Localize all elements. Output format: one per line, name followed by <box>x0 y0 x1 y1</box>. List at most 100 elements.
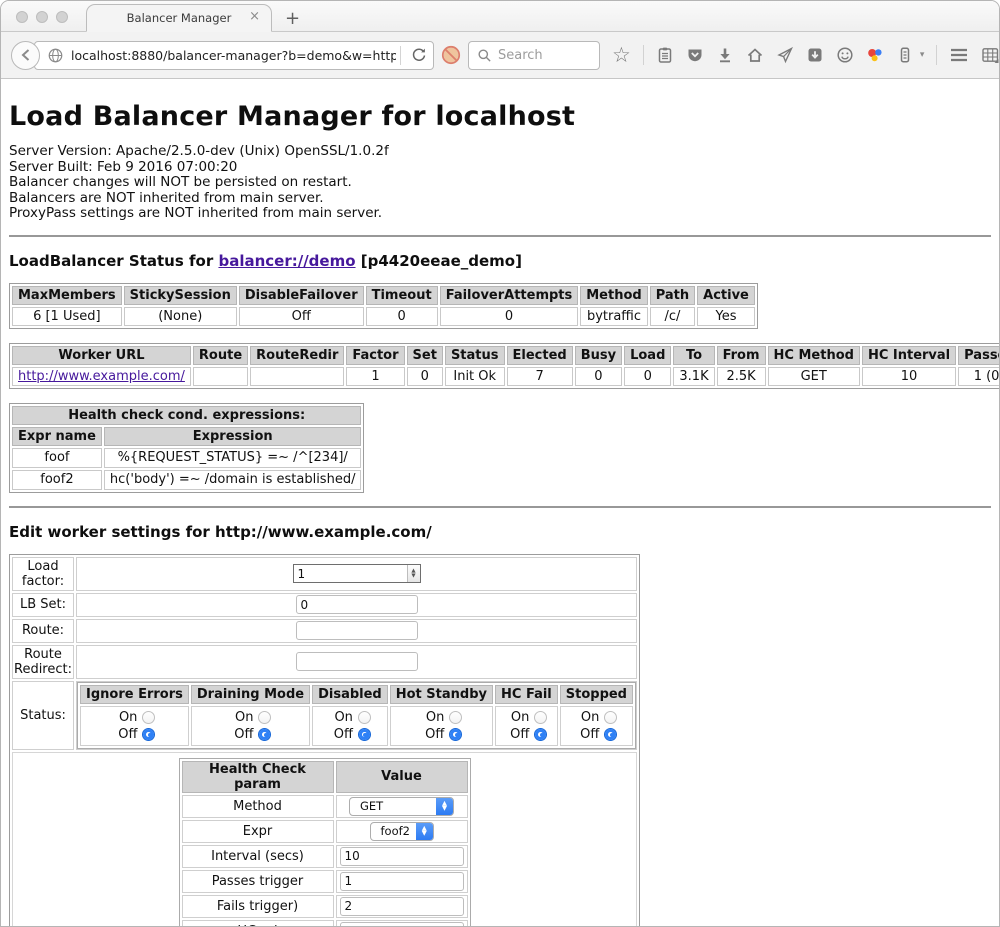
number-stepper-icon[interactable]: ▲▼ <box>407 565 420 582</box>
lb-set-input[interactable] <box>296 595 418 614</box>
col-path: Path <box>650 286 695 305</box>
fails-input[interactable] <box>340 897 464 916</box>
method-select-value: GET <box>360 799 383 813</box>
col-factor: Factor <box>346 346 404 365</box>
hc-row-interval: Interval (secs) <box>182 845 468 868</box>
on-label: On <box>113 710 137 725</box>
col-from: From <box>717 346 766 365</box>
page-content: Load Balancer Manager for localhost Serv… <box>1 101 999 927</box>
cell-from: 2.5K <box>717 367 766 386</box>
hc-fail-off-radio[interactable] <box>534 728 547 741</box>
browser-window: Balancer Manager × + localhost:8880/bala… <box>0 0 1000 927</box>
off-label: Off <box>505 727 529 742</box>
minimize-window-button[interactable] <box>36 11 48 23</box>
ban-icon <box>441 45 461 65</box>
bookmark-button[interactable]: ☆ <box>612 45 631 65</box>
balancer-demo-link[interactable]: balancer://demo <box>218 252 355 270</box>
on-label: On <box>329 710 353 725</box>
disabled-on-radio[interactable] <box>358 711 371 724</box>
ignore-errors-on-radio[interactable] <box>142 711 155 724</box>
server-built-line: Server Built: Feb 9 2016 07:00:20 <box>9 160 991 176</box>
apps-grid-button[interactable] <box>981 46 1000 64</box>
server-info: Server Version: Apache/2.5.0-dev (Unix) … <box>9 144 991 222</box>
cell-factor: 1 <box>346 367 404 386</box>
on-label: On <box>575 710 599 725</box>
table-header-row: Worker URL Route RouteRedir Factor Set S… <box>12 346 1000 365</box>
tab-close-icon[interactable]: × <box>249 10 260 23</box>
col-set: Set <box>407 346 443 365</box>
grid-icon <box>981 46 1000 64</box>
paper-plane-icon <box>776 46 794 64</box>
passes-input[interactable] <box>340 872 464 891</box>
fails-label: Fails trigger) <box>182 895 334 918</box>
cell-set: 0 <box>407 367 443 386</box>
extension-dots-button[interactable] <box>866 46 884 64</box>
colored-dots-icon <box>866 46 884 64</box>
close-window-button[interactable] <box>16 11 28 23</box>
fails-cell <box>336 895 468 918</box>
hcuri-input[interactable] <box>340 922 464 927</box>
stopped-on-radio[interactable] <box>604 711 617 724</box>
draining-mode-off-radio[interactable] <box>258 728 271 741</box>
inherit-notice-line: Balancers are NOT inherited from main se… <box>9 191 991 207</box>
save-to-box-button[interactable] <box>806 46 824 64</box>
balancer-status-heading: LoadBalancer Status for balancer://demo … <box>9 252 991 270</box>
off-label: Off <box>329 727 353 742</box>
heading-suffix: [p4420eeae_demo] <box>356 252 522 270</box>
cell-expr-name: foof <box>12 448 102 468</box>
hc-row-method: Method GET▲▼ <box>182 795 468 818</box>
off-label: Off <box>575 727 599 742</box>
interval-input[interactable] <box>340 847 464 866</box>
draining-mode-on-radio[interactable] <box>258 711 271 724</box>
search-bar[interactable]: Search <box>468 41 600 70</box>
hot-standby-off-radio[interactable] <box>449 728 462 741</box>
cell-expression: %{REQUEST_STATUS} =~ /^[234]/ <box>104 448 362 468</box>
route-input[interactable] <box>296 621 418 640</box>
col-worker-url: Worker URL <box>12 346 191 365</box>
downloads-button[interactable] <box>716 46 734 64</box>
zoom-window-button[interactable] <box>56 11 68 23</box>
on-label: On <box>505 710 529 725</box>
cell-hc-method: GET <box>768 367 860 386</box>
send-button[interactable] <box>776 46 794 64</box>
interval-cell <box>336 845 468 868</box>
menu-button[interactable] <box>949 47 969 63</box>
off-label: Off <box>113 727 137 742</box>
hc-row-fails: Fails trigger) <box>182 895 468 918</box>
pocket-button[interactable] <box>686 46 704 64</box>
route-label: Route: <box>12 619 74 643</box>
hot-standby-on-radio[interactable] <box>449 711 462 724</box>
home-button[interactable] <box>746 46 764 64</box>
notes-button[interactable] <box>896 46 914 64</box>
col-hc-fail: HC Fail <box>495 685 558 704</box>
back-button[interactable] <box>11 41 40 70</box>
hc-fail-on-radio[interactable] <box>534 711 547 724</box>
new-tab-button[interactable]: + <box>285 10 300 28</box>
expr-cell: foof2▲▼ <box>336 820 468 843</box>
globe-icon <box>47 47 64 64</box>
chevron-down-icon[interactable]: ▾ <box>920 50 925 60</box>
off-label: Off <box>229 727 253 742</box>
bookmarks-sidebar-button[interactable] <box>656 46 674 64</box>
url-bar[interactable]: localhost:8880/balancer-manager?b=demo&w… <box>34 41 434 70</box>
stopped-off-radio[interactable] <box>604 728 617 741</box>
route-redirect-input[interactable] <box>296 652 418 671</box>
cell-hc-interval: 10 <box>862 367 956 386</box>
home-icon <box>746 46 764 64</box>
bookmark-star-icon: ☆ <box>612 45 631 65</box>
tab-balancer-manager[interactable]: Balancer Manager × <box>86 4 272 32</box>
expr-select[interactable]: foof2▲▼ <box>370 822 434 841</box>
feedback-button[interactable] <box>836 46 854 64</box>
cell-elected: 7 <box>507 367 573 386</box>
worker-url-link[interactable]: http://www.example.com/ <box>18 369 185 384</box>
ignore-errors-off-radio[interactable] <box>142 728 155 741</box>
blocker-button[interactable] <box>434 45 468 65</box>
cell-disablefailover: Off <box>239 307 364 326</box>
search-icon <box>477 48 492 63</box>
col-hc-value: Value <box>336 761 468 793</box>
disabled-off-radio[interactable] <box>358 728 371 741</box>
method-select[interactable]: GET▲▼ <box>349 797 454 816</box>
reload-button[interactable] <box>405 47 433 63</box>
load-factor-input[interactable] <box>294 565 407 582</box>
battery-list-icon <box>896 46 914 64</box>
